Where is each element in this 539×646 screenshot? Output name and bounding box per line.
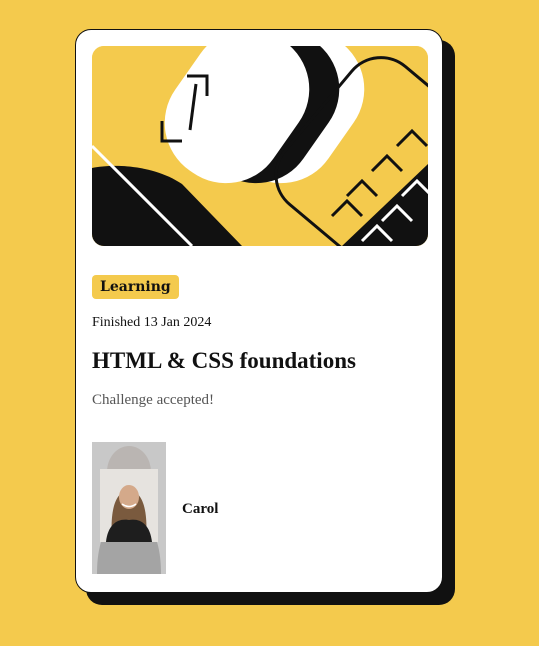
category-badge: Learning	[92, 275, 179, 299]
author-avatar	[92, 442, 166, 574]
hero-illustration	[92, 46, 428, 246]
page: Learning Finished 13 Jan 2024 HTML & CSS…	[0, 0, 539, 646]
published-date: Finished 13 Jan 2024	[92, 315, 212, 330]
author-name[interactable]: Carol	[182, 501, 218, 518]
author-block: Carol	[92, 442, 392, 574]
card-description: Challenge accepted!	[92, 392, 215, 408]
blog-preview-card[interactable]: Learning Finished 13 Jan 2024 HTML & CSS…	[75, 29, 443, 593]
card-title[interactable]: HTML & CSS foundations	[92, 348, 356, 374]
